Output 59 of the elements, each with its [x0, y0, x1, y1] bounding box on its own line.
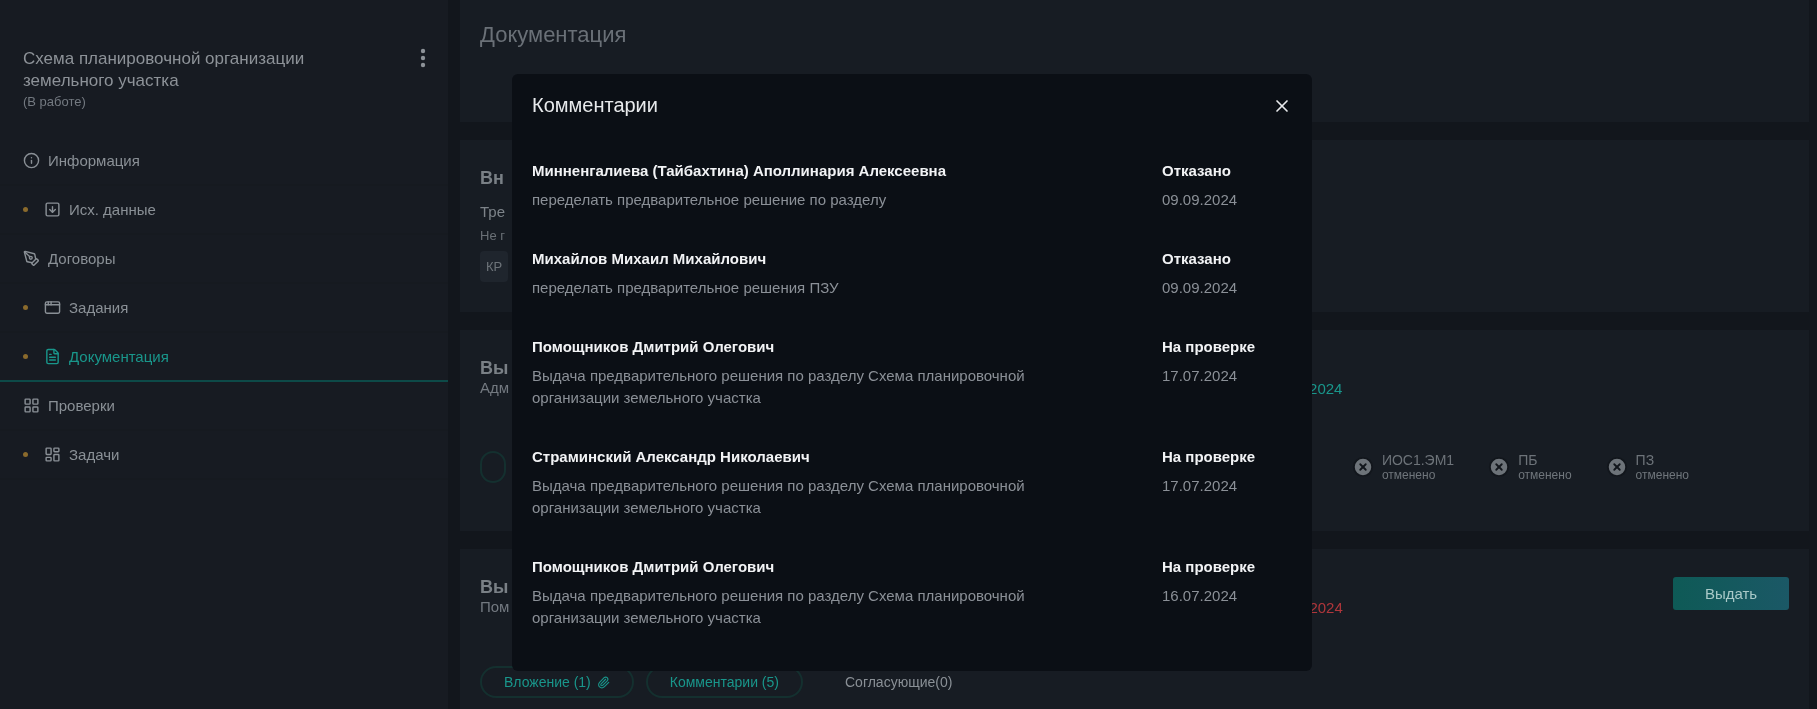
- grid-icon: [23, 397, 40, 414]
- comment-author: Помощников Дмитрий Олегович: [532, 557, 776, 577]
- comment-status: На проверке: [1162, 557, 1257, 577]
- card-subtitle: Адм: [480, 379, 510, 397]
- sidebar-item[interactable]: Проверки: [0, 382, 448, 431]
- sidebar-item[interactable]: Документация: [0, 333, 448, 382]
- attachment-icon: [596, 675, 610, 689]
- approvers-label: Согласующие(0): [845, 674, 953, 690]
- comment-status: На проверке: [1162, 447, 1257, 467]
- comment-date: 09.09.2024: [1162, 278, 1239, 298]
- card-heading: Вы: [480, 577, 510, 598]
- field-note: Не г: [480, 227, 505, 243]
- import-icon: [44, 201, 61, 218]
- comment-date: 17.07.2024: [1162, 476, 1239, 496]
- dialog-title: Комментарии: [532, 94, 658, 117]
- project-title: Схема планировочной организации земельного участка: [23, 48, 306, 92]
- section-code: ПБ: [1518, 452, 1539, 469]
- file-icon: [44, 348, 61, 365]
- section-code: ИОС1.ЭМ1: [1381, 452, 1455, 469]
- comment-status: На проверке: [1162, 337, 1257, 357]
- comment-date: 09.09.2024: [1162, 190, 1239, 210]
- section-status: отменено: [1518, 468, 1572, 483]
- comment-author: Минненгалиева (Тайбахтина) Аполлинария Алексеевна: [532, 161, 948, 181]
- comment-status: Отказано: [1162, 161, 1232, 181]
- comment-author: Помощников Дмитрий Олегович: [532, 337, 776, 357]
- comment-text: Выдача предварительного решения по разделу Схема планировочной организации земельного участка: [532, 586, 1026, 628]
- issue-button[interactable]: Выдать: [1673, 577, 1789, 610]
- section-code: ПЗ: [1635, 452, 1656, 469]
- window-icon: [44, 299, 61, 316]
- sidebar-item[interactable]: Информация: [0, 137, 448, 186]
- info-icon: [23, 152, 40, 169]
- sidebar-item[interactable]: Договоры: [0, 235, 448, 284]
- comment-date: 17.07.2024: [1162, 366, 1239, 386]
- cancel-icon: [1605, 456, 1628, 479]
- comment-text: Выдача предварительного решения по разделу Схема планировочной организации земельного участка: [532, 476, 1026, 518]
- field-label: Тре: [480, 202, 505, 220]
- card-heading: Вн: [480, 167, 504, 189]
- comment-text: переделать предварительное решения ПЗУ: [532, 278, 840, 298]
- comment-date: 16.07.2024: [1162, 586, 1239, 606]
- tag: КР: [480, 250, 509, 282]
- section-status: отменено: [1381, 468, 1437, 483]
- sidebar-item[interactable]: Исх. данные: [0, 186, 448, 235]
- layout-icon: [44, 446, 61, 463]
- cancel-icon: [1488, 456, 1511, 479]
- cancel-icon: [1351, 456, 1374, 479]
- more-icon[interactable]: [420, 48, 426, 68]
- card-heading: Вы: [480, 358, 510, 380]
- project-status: (В работе): [23, 94, 87, 109]
- page-title: Документация: [480, 22, 628, 48]
- comment-status: Отказано: [1162, 249, 1232, 269]
- sidebar-item[interactable]: Задания: [0, 284, 448, 333]
- comment-text: переделать предварительное решение по разделу: [532, 190, 888, 210]
- comment-author: Страминский Александр Николаевич: [532, 447, 811, 467]
- section-status: отменено: [1635, 468, 1689, 483]
- sidebar-item[interactable]: Задачи: [0, 431, 448, 480]
- pen-icon: [23, 250, 40, 267]
- comment-author: Михайлов Михаил Михайлович: [532, 249, 768, 269]
- card-subtitle: Пом: [480, 598, 510, 615]
- comment-text: Выдача предварительного решения по разделу Схема планировочной организации земельного участка: [532, 366, 1026, 408]
